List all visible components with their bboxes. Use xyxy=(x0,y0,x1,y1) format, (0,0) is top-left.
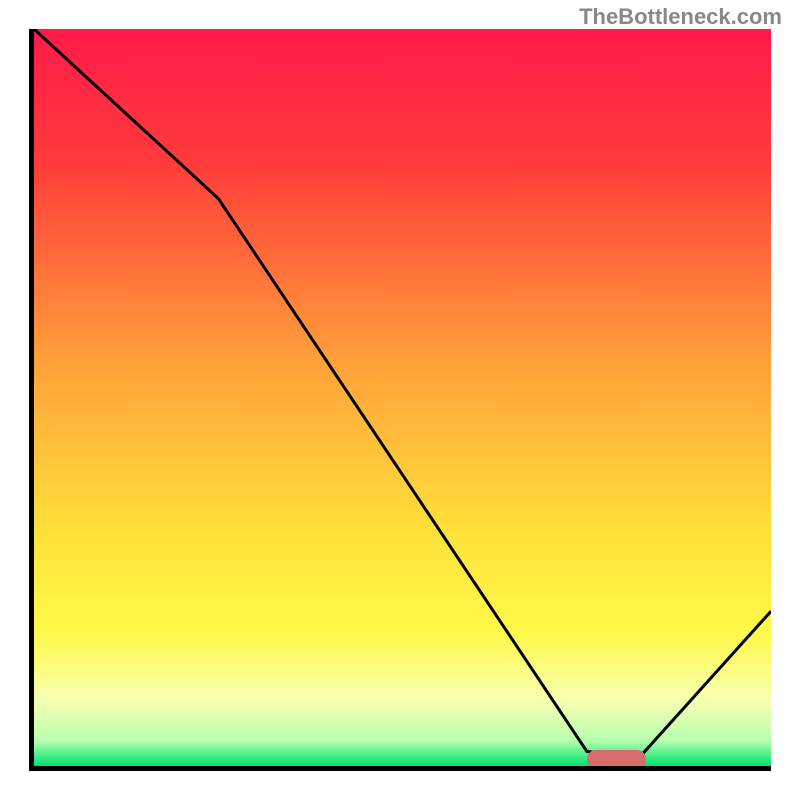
optimal-range-marker xyxy=(587,750,646,768)
bottleneck-curve xyxy=(29,29,771,771)
chart-plot-area xyxy=(29,29,771,771)
attribution-text: TheBottleneck.com xyxy=(579,4,782,30)
